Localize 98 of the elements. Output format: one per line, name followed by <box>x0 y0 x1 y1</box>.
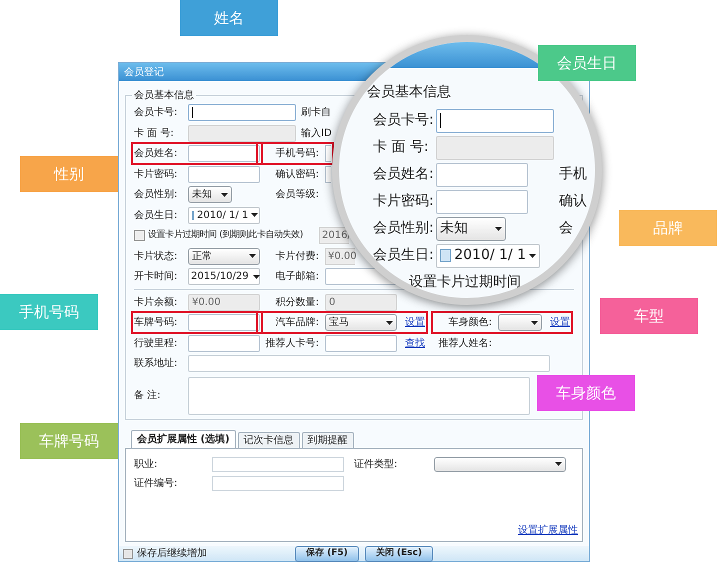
field-label: 会员生日: <box>373 246 435 265</box>
tab[interactable]: 到期提醒 <box>302 432 354 448</box>
field-label: 联系地址: <box>134 356 178 372</box>
dropdown-caret-icon <box>495 226 502 230</box>
field-label: 确认密码: <box>274 168 320 182</box>
date-picker[interactable]: 2010/ 1/ 1 <box>436 244 540 268</box>
input-field[interactable] <box>325 166 331 183</box>
dropdown-caret-icon <box>249 254 256 258</box>
disabled-field: 0 <box>325 294 397 311</box>
dropdown[interactable] <box>434 456 566 472</box>
input-field[interactable] <box>325 145 331 162</box>
callout-label: 品牌 <box>619 210 717 246</box>
field-label: 积分数量: <box>274 296 320 310</box>
field-label: 卡片状态: <box>134 250 178 264</box>
field-label: 开卡时间: <box>134 270 178 284</box>
input-field[interactable] <box>325 334 397 352</box>
dropdown[interactable]: 正常 <box>188 248 260 265</box>
settings-link[interactable]: 查找 <box>405 336 425 351</box>
dropdown-caret-icon <box>555 462 562 466</box>
field-label: 电子邮箱: <box>274 270 320 284</box>
field-label: 手机 <box>559 165 587 184</box>
dropdown[interactable]: 未知 <box>188 186 232 204</box>
input-field[interactable] <box>188 104 296 122</box>
field-label: 卡片付费: <box>274 250 320 264</box>
callout-label: 手机号码 <box>0 294 98 330</box>
input-field[interactable] <box>436 162 528 186</box>
field-label: 汽车品牌: <box>274 316 320 330</box>
checkbox-label: 设置卡片过期时间 (到期则此卡自动失效) <box>148 228 303 242</box>
input-field[interactable] <box>188 314 260 332</box>
window-title: 会员登记 <box>124 66 164 80</box>
field-label: 手机号码: <box>274 146 320 162</box>
callout-label: 姓名 <box>180 0 278 36</box>
input-field[interactable] <box>188 334 260 352</box>
field-label: 证件类型: <box>354 458 398 472</box>
field-label: 卡 面 号: <box>373 138 430 157</box>
text-cursor <box>440 113 441 128</box>
dropdown-caret-icon <box>252 274 260 279</box>
callout-label: 会员生日 <box>538 45 636 81</box>
input-field[interactable] <box>212 456 344 472</box>
field-label: 证件编号: <box>134 476 178 491</box>
field-label: 会员性别: <box>134 188 178 202</box>
field-label: 会员生日: <box>134 208 178 223</box>
field-label: 确认 <box>559 192 587 211</box>
disabled-field: ¥0.00 <box>188 294 260 311</box>
settings-link[interactable]: 设置 <box>405 315 425 330</box>
input-field[interactable] <box>436 190 528 214</box>
field-label: 会员卡号: <box>373 111 435 130</box>
field-label: 备 注: <box>134 388 162 404</box>
field-label: 会员性别: <box>373 219 435 238</box>
callout-label: 性别 <box>20 156 118 192</box>
callout-label: 车型 <box>600 298 698 334</box>
settings-link[interactable]: 设置 <box>550 315 570 330</box>
extension-settings-link[interactable]: 设置扩展属性 <box>518 523 578 538</box>
dropdown-caret-icon <box>529 254 536 258</box>
text-cursor <box>192 107 193 118</box>
text-area[interactable] <box>188 376 530 415</box>
dropdown-caret-icon <box>386 320 393 325</box>
input-field[interactable] <box>212 476 344 491</box>
dropdown[interactable]: 未知 <box>436 216 506 240</box>
dropdown[interactable]: 宝马 <box>325 314 397 332</box>
close-button[interactable]: 关闭 (Esc) <box>364 546 433 562</box>
checkbox-label: 保存后继续增加 <box>137 546 207 561</box>
disabled-field: ¥0.00 <box>325 248 355 265</box>
field-label: 卡片密码: <box>373 192 435 211</box>
field-label: 车身颜色: <box>448 316 493 330</box>
tab[interactable]: 记次卡信息 <box>238 432 300 448</box>
field-label: 会 <box>559 219 573 238</box>
field-label: 卡 面 号: <box>134 126 175 141</box>
save-button[interactable]: 保存 (F5) <box>295 546 359 562</box>
input-field[interactable] <box>188 166 260 183</box>
input-field[interactable] <box>188 355 550 372</box>
field-label: 会员姓名: <box>373 165 435 184</box>
field-label: 推荐人卡号: <box>264 336 320 351</box>
field-label: 输入ID <box>301 126 332 141</box>
field-label: 会员姓名: <box>134 147 178 162</box>
field-label: 卡片密码: <box>134 168 178 182</box>
dropdown-caret-icon <box>531 320 538 325</box>
dropdown[interactable] <box>498 314 542 332</box>
field-label: 卡片余额: <box>134 296 178 310</box>
callout-label: 车身颜色 <box>537 375 635 411</box>
date-picker[interactable]: 2010/ 1/ 1 <box>188 206 260 224</box>
field-label: 会员卡号: <box>134 106 178 120</box>
field-label: 刷卡自 <box>301 106 331 120</box>
field-label: 会员等级: <box>274 188 320 202</box>
checkbox[interactable] <box>123 548 133 558</box>
input-field[interactable] <box>188 145 260 162</box>
tab[interactable]: 会员扩展属性 (选填) <box>131 430 236 448</box>
field-label: 车牌号码: <box>134 316 178 330</box>
group-title: 会员基本信息 <box>367 83 452 102</box>
checkbox[interactable] <box>134 230 145 242</box>
dropdown-caret-icon <box>251 213 258 218</box>
field-label: 行驶里程: <box>134 336 178 351</box>
input-field[interactable] <box>436 108 554 132</box>
dropdown-caret-icon <box>221 192 228 197</box>
field-label: 推荐人姓名: <box>438 336 493 351</box>
callout-label: 车牌号码 <box>20 423 118 459</box>
field-label: 职业: <box>134 458 158 472</box>
date-picker[interactable]: 2015/10/29 <box>188 268 260 286</box>
